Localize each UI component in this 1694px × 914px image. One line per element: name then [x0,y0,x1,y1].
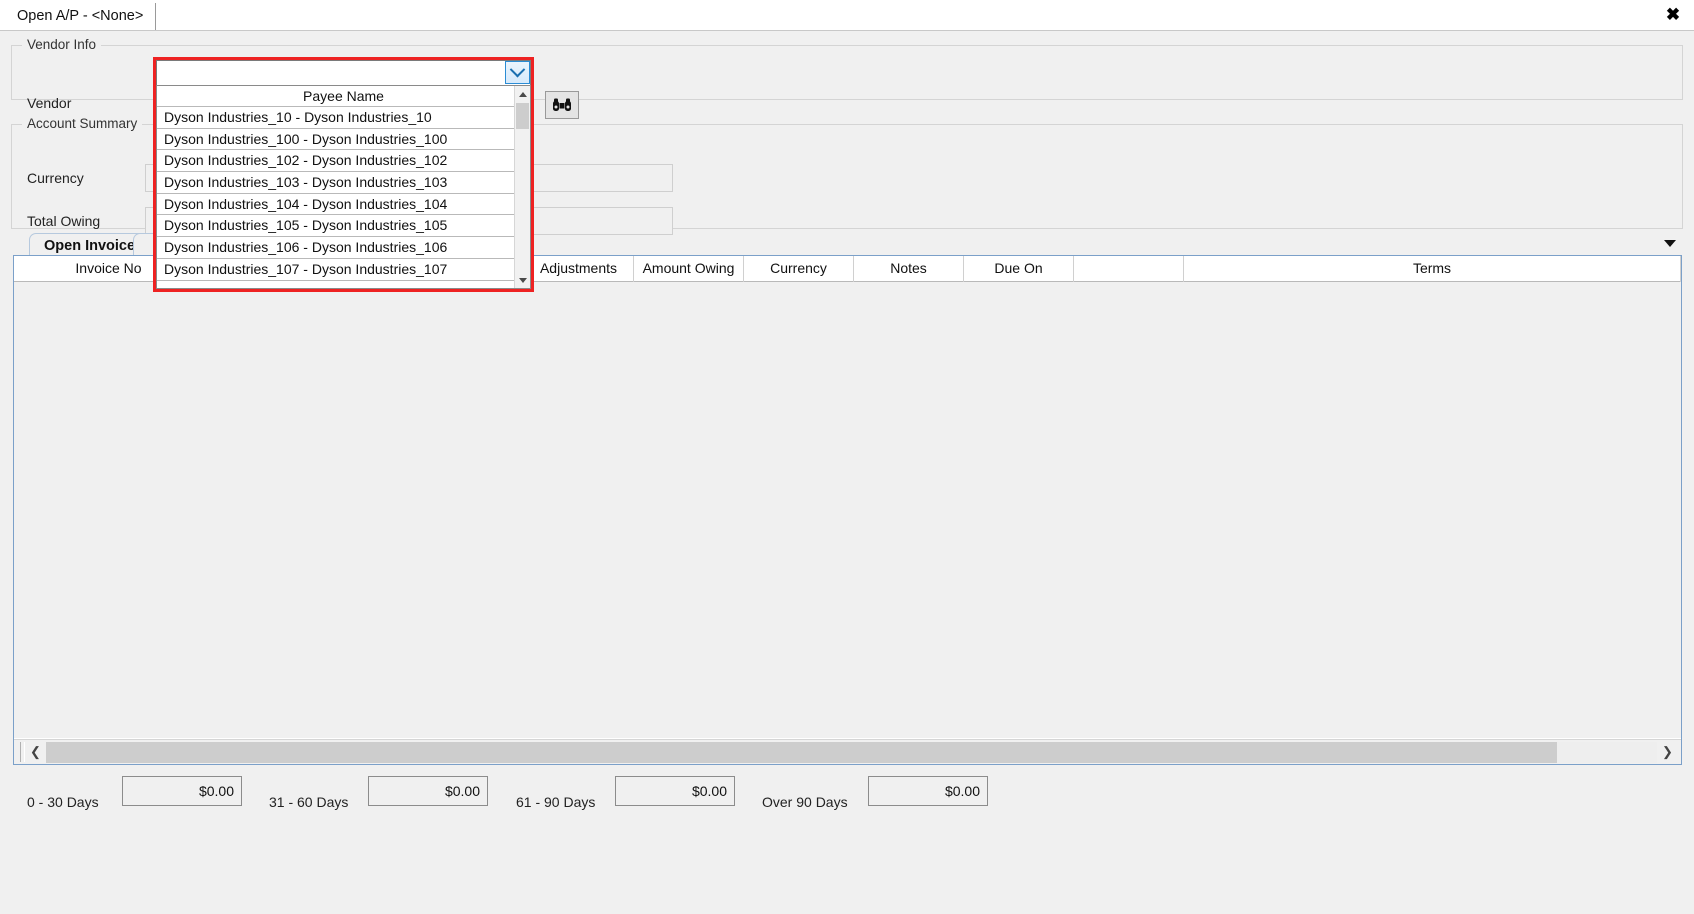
grid-column-header[interactable]: Currency [744,256,854,282]
vendor-dropdown-item[interactable]: Dyson Industries_104 - Dyson Industries_… [157,194,515,216]
payee-name-column-label: Payee Name [303,88,384,104]
caret-down-icon[interactable] [515,272,530,288]
aging-bucket-value[interactable]: $0.00 [368,776,488,806]
aging-bucket-value[interactable]: $0.00 [122,776,242,806]
vendor-dropdown-item[interactable]: Dyson Industries_107 - Dyson Industries_… [157,259,515,281]
vendor-input[interactable] [161,63,501,82]
vendor-dropdown-item[interactable]: Dyson Industries_10 - Dyson Industries_1… [157,107,515,129]
grid-horizontal-scrollbar[interactable]: ❮ ❯ [14,739,1681,764]
hscroll-track[interactable] [46,742,1657,763]
grid-column-header[interactable]: Notes [854,256,964,282]
chevron-right-icon[interactable]: ❯ [1658,741,1677,763]
document-tab-open-ap[interactable]: Open A/P - <None> [8,3,157,30]
grid-column-header[interactable]: Due On [964,256,1074,282]
grid-column-header[interactable]: Terms [1184,256,1681,282]
grid-body[interactable] [14,282,1681,738]
hscroll-thumb[interactable] [46,742,1557,763]
payee-name-column-header[interactable]: Payee Name ╱ [157,86,530,107]
aging-bucket-label: Over 90 Days [762,794,848,810]
account-summary-group-title: Account Summary [22,116,143,131]
vendor-dropdown-list[interactable]: Dyson Industries_10 - Dyson Industries_1… [157,107,515,288]
aging-bucket-label: 31 - 60 Days [269,794,349,810]
vendor-dropdown-panel: Payee Name ╱ Dyson Industries_10 - Dyson… [156,85,531,289]
vendor-combobox[interactable] [156,60,531,85]
aging-bucket-value[interactable]: $0.00 [868,776,988,806]
vendor-dropdown-item[interactable]: Dyson Industries_103 - Dyson Industries_… [157,172,515,194]
vendor-dropdown-item[interactable]: Dyson Industries_106 - Dyson Industries_… [157,237,515,259]
grid-column-header[interactable]: Amount Owing [634,256,744,282]
vendor-dropdown-button[interactable] [505,61,530,84]
currency-label: Currency [27,170,84,186]
aging-bucket-label: 61 - 90 Days [516,794,596,810]
close-icon[interactable]: ✖ [1660,3,1686,27]
scrollbar-grip [20,742,25,762]
vendor-dropdown-scrollbar[interactable] [514,86,530,288]
grid-column-header[interactable] [1074,256,1184,282]
total-owing-label: Total Owing [27,213,101,229]
document-tab-label: Open A/P - <None> [17,8,144,24]
vendor-combobox-highlight: Payee Name ╱ Dyson Industries_10 - Dyson… [153,57,534,292]
vendor-dropdown-item[interactable]: Dyson Industries_100 - Dyson Industries_… [157,129,515,151]
aging-bucket-label: 0 - 30 Days [27,794,99,810]
vendor-dropdown-item[interactable]: Dyson Industries_102 - Dyson Industries_… [157,150,515,173]
caret-up-icon[interactable] [515,86,530,102]
chevron-down-icon [509,61,526,78]
vendor-label: Vendor [27,95,72,111]
vendor-dropdown-item[interactable]: Dyson Industries_105 - Dyson Industries_… [157,215,515,238]
document-tabstrip: Open A/P - <None> ✖ [0,0,1694,31]
vendor-dropdown-scroll-thumb[interactable] [516,103,529,129]
open-invoices-grid: Invoice No Adjustments Amount Owing Currenc… [13,255,1682,765]
chevron-down-icon[interactable] [1664,240,1676,247]
tab-open-invoices-label: Open Invoices [44,238,144,254]
open-ap-window: Open A/P - <None> ✖ Vendor Info Vendor A… [0,0,1694,914]
vendor-info-group-title: Vendor Info [22,37,102,52]
grid-column-header[interactable]: Adjustments [524,256,634,282]
binoculars-icon [553,98,571,111]
chevron-left-icon[interactable]: ❮ [26,741,45,763]
aging-bucket-value[interactable]: $0.00 [615,776,735,806]
find-vendor-button[interactable] [545,91,579,119]
